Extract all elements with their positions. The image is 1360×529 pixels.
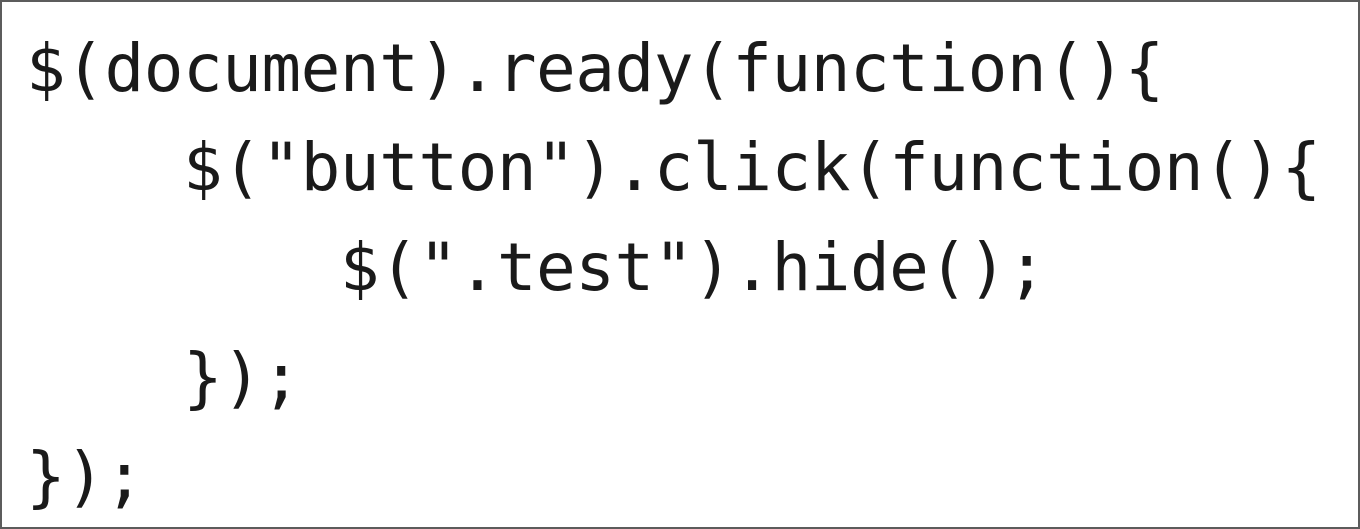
code-line-5: }); xyxy=(26,438,144,515)
code-line-2: $("button").click(function(){ xyxy=(26,129,1321,206)
code-line-1: $(document).ready(function(){ xyxy=(26,30,1164,107)
code-line-4: }); xyxy=(26,339,301,416)
code-snippet-panel: $(document).ready(function(){ $("button"… xyxy=(0,0,1360,529)
code-line-3: $(".test").hide(); xyxy=(26,229,1047,306)
